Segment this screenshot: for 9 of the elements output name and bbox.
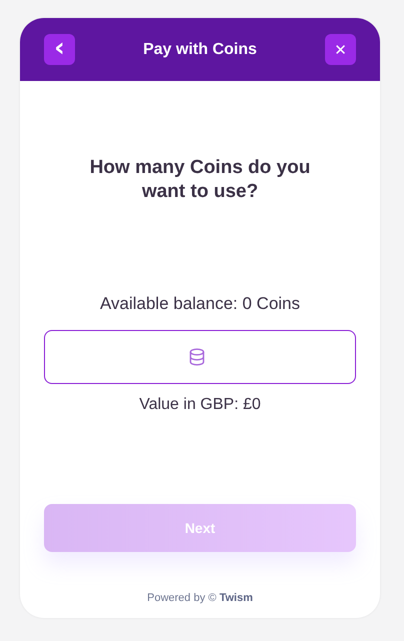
coins-icon bbox=[189, 348, 205, 366]
coins-input-field[interactable] bbox=[44, 330, 356, 384]
gbp-value-text: Value in GBP: £0 bbox=[139, 396, 261, 414]
back-button[interactable]: ‹ bbox=[44, 34, 75, 65]
window-title: Pay with Coins bbox=[143, 40, 257, 58]
close-button[interactable]: ✕ bbox=[324, 34, 356, 65]
question-heading: How many Coins do you want to use? bbox=[88, 156, 312, 204]
powered-by-text: Powered by © Twism bbox=[147, 592, 253, 604]
balance-text: Available balance: 0 Coins bbox=[100, 294, 300, 314]
